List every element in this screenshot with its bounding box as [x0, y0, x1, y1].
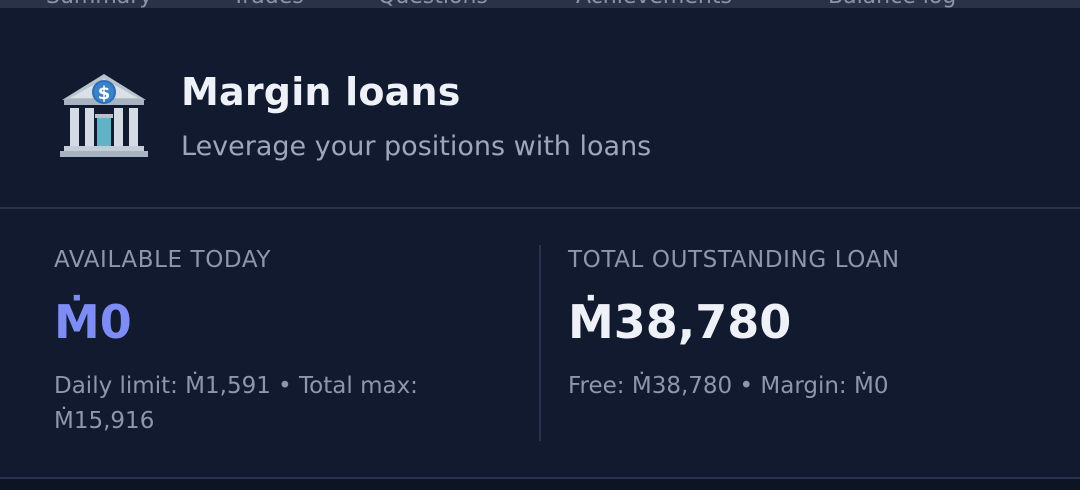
tab-achievements[interactable]: Achievements — [576, 0, 732, 8]
stats-divider — [539, 245, 541, 441]
page-subtitle: Leverage your positions with loans — [181, 131, 652, 162]
bank-icon: $ — [60, 74, 148, 157]
outstanding-loan-label: TOTAL OUTSTANDING LOAN — [568, 247, 900, 273]
outstanding-breakdown-note: Free: Ṁ38,780 • Margin: Ṁ0 — [568, 373, 889, 399]
next-section — [0, 479, 1080, 490]
tab-trades[interactable]: Trades — [232, 0, 304, 8]
svg-text:$: $ — [98, 83, 111, 104]
tab-strip: Summary Trades Questions Achievements Ba… — [0, 0, 1080, 8]
available-today-value: Ṁ0 — [54, 295, 132, 349]
available-limits-note: Daily limit: Ṁ1,591 • Total max: Ṁ15,916 — [54, 373, 418, 434]
tab-summary[interactable]: Summary — [46, 0, 152, 8]
margin-loans-panel: Summary Trades Questions Achievements Ba… — [0, 0, 1080, 490]
loan-stats: AVAILABLE TODAY Ṁ0 Daily limit: Ṁ1,591 •… — [0, 209, 1080, 477]
tab-questions[interactable]: Questions — [378, 0, 488, 8]
section-header: $ Margin loans Leverage your positions w… — [0, 8, 1080, 209]
outstanding-loan-value: Ṁ38,780 — [568, 295, 792, 349]
page-title: Margin loans — [181, 70, 461, 114]
tab-balance-log[interactable]: Balance log — [828, 0, 956, 8]
available-today-label: AVAILABLE TODAY — [54, 247, 272, 273]
